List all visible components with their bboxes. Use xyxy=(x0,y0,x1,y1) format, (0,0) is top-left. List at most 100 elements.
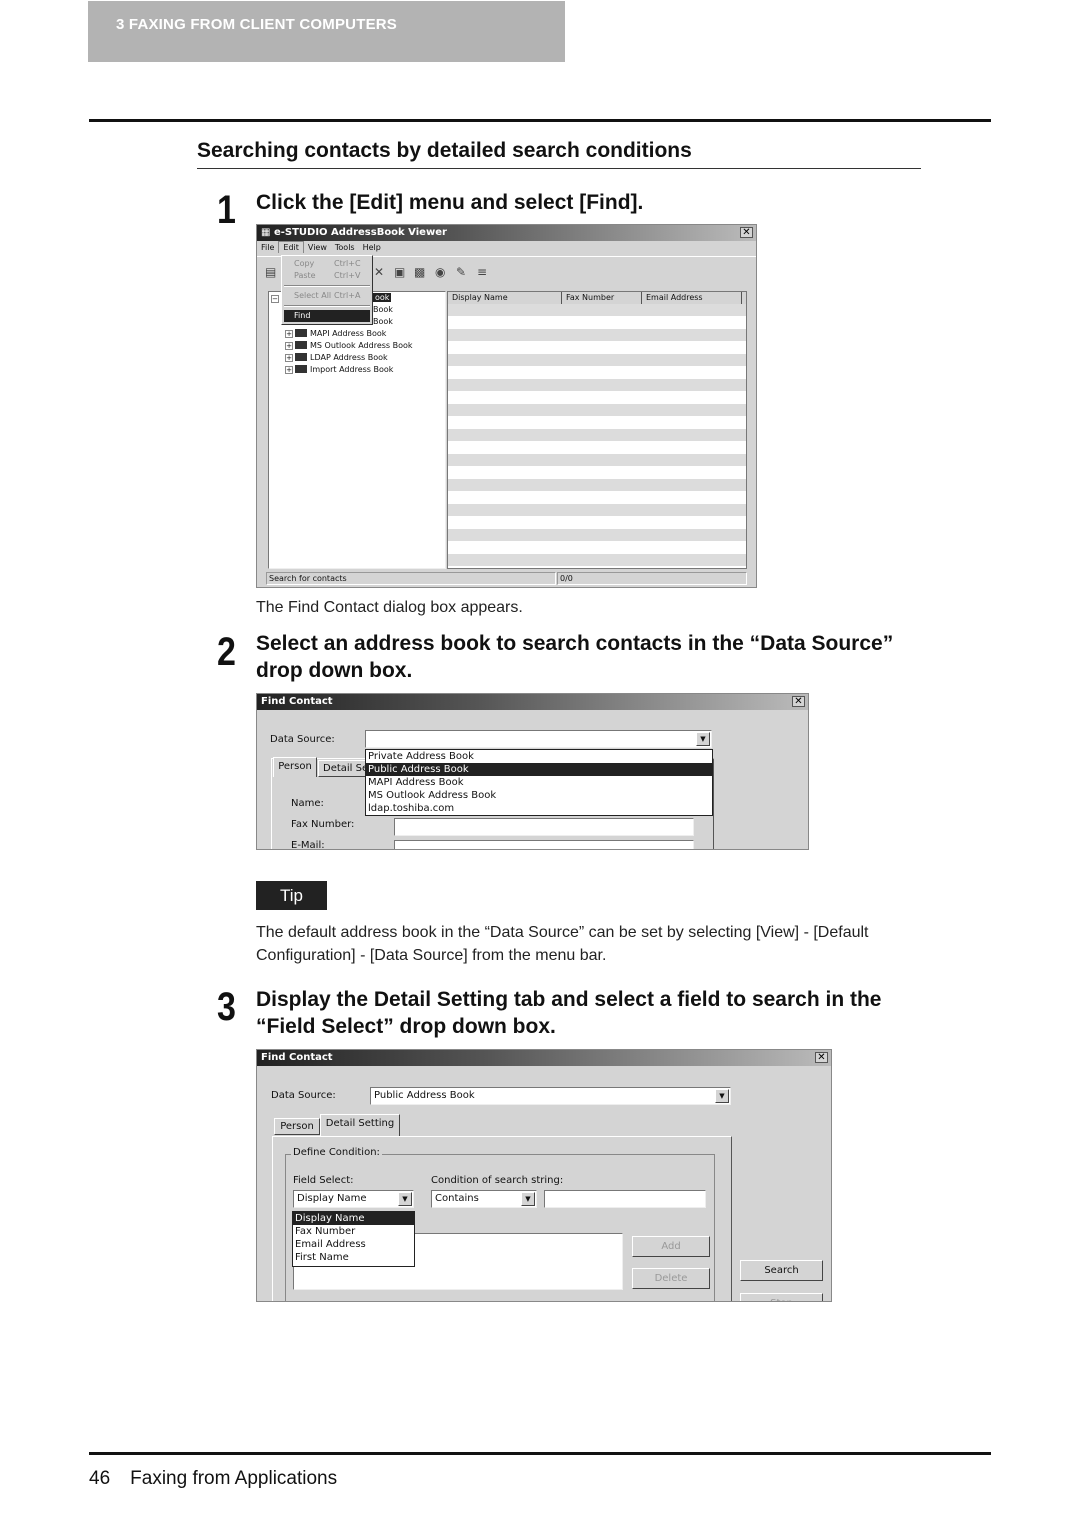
step-text: Click the [Edit] menu and select [Find]. xyxy=(256,191,644,214)
column-display-name[interactable]: Display Name xyxy=(448,292,562,304)
tree-item-root[interactable]: ook xyxy=(373,293,392,302)
grid-row[interactable] xyxy=(448,479,746,491)
grid-row[interactable] xyxy=(448,391,746,404)
grid-row[interactable] xyxy=(448,429,746,441)
grid-row[interactable] xyxy=(448,541,746,554)
step-number: 2 xyxy=(217,630,236,674)
grid-row[interactable] xyxy=(448,504,746,516)
email-label: E-Mail: xyxy=(291,840,325,850)
column-fax-number[interactable]: Fax Number xyxy=(562,292,642,304)
menu-item-copy[interactable]: Copy Ctrl+C xyxy=(284,258,370,270)
grid-row[interactable] xyxy=(448,329,746,341)
address-book-icon[interactable]: ▤ xyxy=(265,265,276,279)
menu-edit[interactable]: Edit xyxy=(278,241,304,253)
grid-row[interactable] xyxy=(448,404,746,416)
menu-item-select-all[interactable]: Select All Ctrl+A xyxy=(284,290,370,302)
menu-item-paste[interactable]: Paste Ctrl+V xyxy=(284,270,370,282)
chevron-down-icon[interactable]: ▼ xyxy=(398,1192,412,1206)
option-private[interactable]: Private Address Book xyxy=(366,750,712,763)
email-input[interactable] xyxy=(394,840,694,849)
footer-title: Faxing from Applications xyxy=(130,1468,338,1489)
grid-row[interactable] xyxy=(448,416,746,429)
step-result: The Find Contact dialog box appears. xyxy=(256,599,523,616)
delete-icon[interactable]: ✕ xyxy=(374,265,384,279)
grid-row[interactable] xyxy=(448,529,746,541)
menu-item-find[interactable]: Find xyxy=(284,310,370,322)
chevron-down-icon[interactable]: ▼ xyxy=(696,732,710,746)
tab-person[interactable]: Person xyxy=(274,1118,320,1135)
field-select-dropdown[interactable]: Display Name ▼ xyxy=(293,1190,414,1208)
grid-row[interactable] xyxy=(448,554,746,566)
option-display-name[interactable]: Display Name xyxy=(293,1212,414,1225)
grid-row[interactable] xyxy=(448,316,746,329)
close-icon[interactable]: ✕ xyxy=(792,696,805,707)
dialog-title: Find Contact xyxy=(261,696,333,707)
tree-item-mapi[interactable]: + MAPI Address Book xyxy=(285,329,386,338)
close-icon[interactable]: ✕ xyxy=(815,1052,828,1063)
section-rule xyxy=(197,168,921,169)
option-fax-number[interactable]: Fax Number xyxy=(293,1225,414,1238)
field-select-options: Display Name Fax Number Email Address Fi… xyxy=(292,1211,415,1267)
grid-row[interactable] xyxy=(448,366,746,379)
step-text-line: drop down box. xyxy=(256,659,413,682)
list-icon[interactable]: ≡ xyxy=(477,265,487,279)
delete-button[interactable]: Delete xyxy=(632,1268,710,1289)
menu-separator xyxy=(284,305,370,307)
close-icon[interactable]: ✕ xyxy=(740,227,753,238)
book-icon xyxy=(295,329,307,337)
grid-row[interactable] xyxy=(448,466,746,479)
edit-icon[interactable]: ✎ xyxy=(456,265,466,279)
menu-file[interactable]: File xyxy=(257,242,278,253)
grid-row[interactable] xyxy=(448,341,746,354)
data-source-dropdown[interactable]: Public Address Book ▼ xyxy=(370,1087,731,1105)
tree-item[interactable]: Book xyxy=(373,317,393,326)
edit-menu-dropdown: Copy Ctrl+C Paste Ctrl+V Select All Ctrl+A … xyxy=(281,255,373,325)
sync-icon[interactable]: ◉ xyxy=(435,265,445,279)
field-select-label: Field Select: xyxy=(293,1175,354,1186)
option-ldap[interactable]: ldap.toshiba.com xyxy=(366,802,712,815)
contacts-grid: Display Name Fax Number Email Address xyxy=(447,291,747,569)
grid-row[interactable] xyxy=(448,304,746,316)
grid-row[interactable] xyxy=(448,566,746,568)
public-book-icon[interactable]: ▩ xyxy=(414,265,425,279)
chevron-down-icon[interactable]: ▼ xyxy=(715,1089,729,1103)
tree-collapse-toggle[interactable]: − xyxy=(271,294,281,303)
chevron-down-icon[interactable]: ▼ xyxy=(521,1192,535,1206)
search-string-input[interactable] xyxy=(544,1190,706,1208)
option-outlook[interactable]: MS Outlook Address Book xyxy=(366,789,712,802)
stop-button[interactable]: Stop xyxy=(740,1293,823,1301)
column-email-address[interactable]: Email Address xyxy=(642,292,742,304)
menu-bar: File Edit View Tools Help xyxy=(257,241,756,255)
tab-person[interactable]: Person xyxy=(273,757,317,777)
menu-view[interactable]: View xyxy=(304,242,331,253)
condition-value: Contains xyxy=(435,1193,479,1204)
option-mapi[interactable]: MAPI Address Book xyxy=(366,776,712,789)
tree-item-import[interactable]: + Import Address Book xyxy=(285,365,393,374)
search-button[interactable]: Search xyxy=(740,1260,823,1281)
grid-row[interactable] xyxy=(448,379,746,391)
data-source-label: Data Source: xyxy=(271,1090,336,1101)
dialog-title: Find Contact xyxy=(261,1052,333,1063)
condition-dropdown[interactable]: Contains ▼ xyxy=(431,1190,537,1208)
grid-row[interactable] xyxy=(448,354,746,366)
tree-item[interactable]: Book xyxy=(373,305,393,314)
find-contact-screenshot-2: Find Contact ✕ Data Source: Public Addre… xyxy=(256,1049,832,1302)
grid-row[interactable] xyxy=(448,491,746,504)
add-button[interactable]: Add xyxy=(632,1236,710,1257)
data-source-dropdown[interactable]: ▼ xyxy=(365,730,712,748)
menu-tools[interactable]: Tools xyxy=(331,242,359,253)
tree-item-outlook[interactable]: + MS Outlook Address Book xyxy=(285,341,413,350)
option-public[interactable]: Public Address Book xyxy=(366,763,712,776)
grid-row[interactable] xyxy=(448,441,746,454)
fax-number-input[interactable] xyxy=(394,818,694,836)
grid-row[interactable] xyxy=(448,516,746,529)
status-count: 0/0 xyxy=(557,572,747,585)
menu-help[interactable]: Help xyxy=(359,242,385,253)
name-label: Name: xyxy=(291,798,324,809)
option-first-name[interactable]: First Name xyxy=(293,1251,414,1264)
private-book-icon[interactable]: ▣ xyxy=(394,265,405,279)
option-email-address[interactable]: Email Address xyxy=(293,1238,414,1251)
grid-row[interactable] xyxy=(448,454,746,466)
tab-detail-setting[interactable]: Detail Setting xyxy=(320,1114,400,1136)
tree-item-ldap[interactable]: + LDAP Address Book xyxy=(285,353,388,362)
